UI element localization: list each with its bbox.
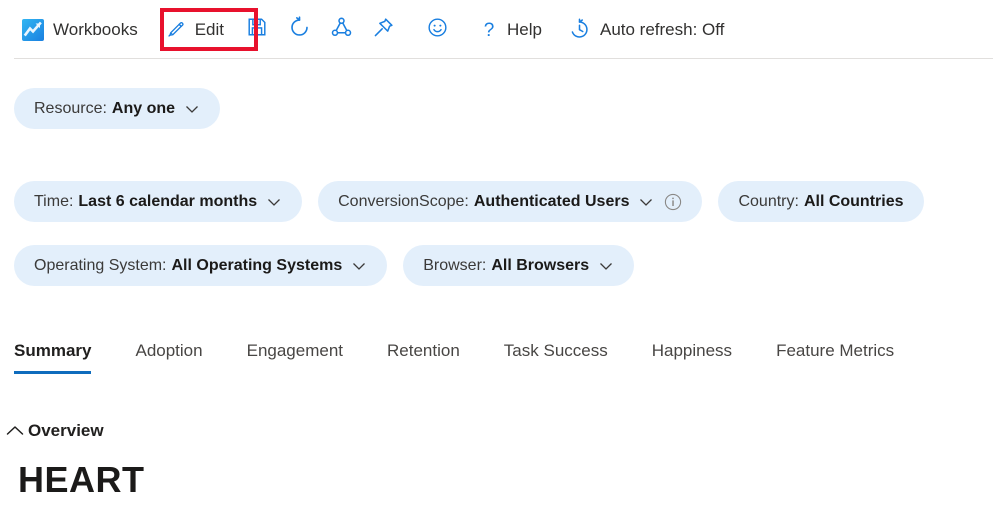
filter-key: Operating System: — [34, 257, 167, 275]
filter-row-1: Resource: Any one — [14, 88, 236, 129]
info-icon[interactable] — [664, 193, 682, 211]
edit-button[interactable]: Edit — [157, 14, 232, 46]
auto-refresh-button[interactable]: Auto refresh: Off — [560, 14, 732, 46]
pin-button[interactable] — [366, 14, 400, 46]
tab-happiness[interactable]: Happiness — [630, 332, 754, 370]
help-button[interactable]: ? Help — [472, 14, 550, 46]
refresh-circular-arrow-icon — [288, 16, 311, 44]
clock-history-icon — [568, 18, 591, 41]
save-button[interactable] — [240, 14, 274, 46]
share-button[interactable] — [324, 14, 358, 46]
tab-label: Summary — [14, 341, 91, 361]
auto-refresh-label: Auto refresh: Off — [600, 20, 724, 40]
tab-label: Feature Metrics — [776, 341, 894, 361]
filter-value: All Browsers — [491, 257, 589, 275]
filter-value: All Countries — [804, 193, 904, 211]
svg-text:?: ? — [484, 20, 495, 41]
chevron-down-icon[interactable] — [266, 194, 282, 210]
filter-pill-country[interactable]: Country: All Countries — [718, 181, 923, 222]
help-label: Help — [507, 20, 542, 40]
feedback-button[interactable] — [420, 14, 454, 46]
section-tabs: Summary Adoption Engagement Retention Ta… — [14, 332, 916, 370]
refresh-button[interactable] — [282, 14, 316, 46]
filter-row-2: Time: Last 6 calendar months ConversionS… — [14, 181, 940, 222]
tab-retention[interactable]: Retention — [365, 332, 482, 370]
chevron-down-icon[interactable] — [638, 194, 654, 210]
page-title: HEART — [18, 459, 145, 501]
save-floppy-icon — [246, 16, 268, 43]
tab-task-success[interactable]: Task Success — [482, 332, 630, 370]
filter-key: Resource: — [34, 100, 107, 118]
overview-section-label: Overview — [28, 421, 104, 441]
filter-pill-time[interactable]: Time: Last 6 calendar months — [14, 181, 302, 222]
command-toolbar: Workbooks Edit — [0, 0, 993, 59]
pencil-icon — [165, 19, 186, 40]
workbooks-app-button[interactable]: Workbooks — [14, 14, 146, 46]
filter-value: All Operating Systems — [172, 257, 343, 275]
filter-key: Time: — [34, 193, 73, 211]
filter-key: Country: — [738, 193, 798, 211]
tab-label: Engagement — [247, 341, 343, 361]
filter-pill-resource[interactable]: Resource: Any one — [14, 88, 220, 129]
tab-adoption[interactable]: Adoption — [113, 332, 224, 370]
filter-pill-operating-system[interactable]: Operating System: All Operating Systems — [14, 245, 387, 286]
smiley-face-icon — [426, 16, 449, 44]
chevron-down-icon[interactable] — [184, 101, 200, 117]
tab-engagement[interactable]: Engagement — [225, 332, 365, 370]
filter-pill-browser[interactable]: Browser: All Browsers — [403, 245, 634, 286]
tab-summary[interactable]: Summary — [14, 332, 113, 370]
tab-label: Task Success — [504, 341, 608, 361]
tab-label: Retention — [387, 341, 460, 361]
tab-feature-metrics[interactable]: Feature Metrics — [754, 332, 916, 370]
chevron-down-icon[interactable] — [351, 258, 367, 274]
active-tab-indicator — [14, 371, 91, 374]
workbooks-chart-icon — [22, 19, 44, 41]
filter-value: Last 6 calendar months — [78, 193, 257, 211]
filter-key: Browser: — [423, 257, 486, 275]
chevron-down-icon[interactable] — [598, 258, 614, 274]
pin-icon — [372, 16, 395, 44]
overview-section-toggle[interactable]: Overview — [2, 421, 104, 441]
filter-value: Any one — [112, 100, 175, 118]
filter-pill-conversionscope[interactable]: ConversionScope: Authenticated Users — [318, 181, 702, 222]
filter-value: Authenticated Users — [474, 193, 630, 211]
edit-label: Edit — [195, 20, 224, 40]
chevron-up-icon[interactable] — [2, 424, 28, 438]
tab-label: Adoption — [135, 341, 202, 361]
toolbar-divider — [14, 58, 993, 59]
filter-key: ConversionScope: — [338, 193, 469, 211]
tab-label: Happiness — [652, 341, 732, 361]
workbooks-app-label: Workbooks — [53, 20, 138, 40]
question-mark-icon: ? — [480, 19, 498, 41]
filter-row-3: Operating System: All Operating Systems … — [14, 245, 650, 286]
share-nodes-icon — [330, 16, 353, 44]
